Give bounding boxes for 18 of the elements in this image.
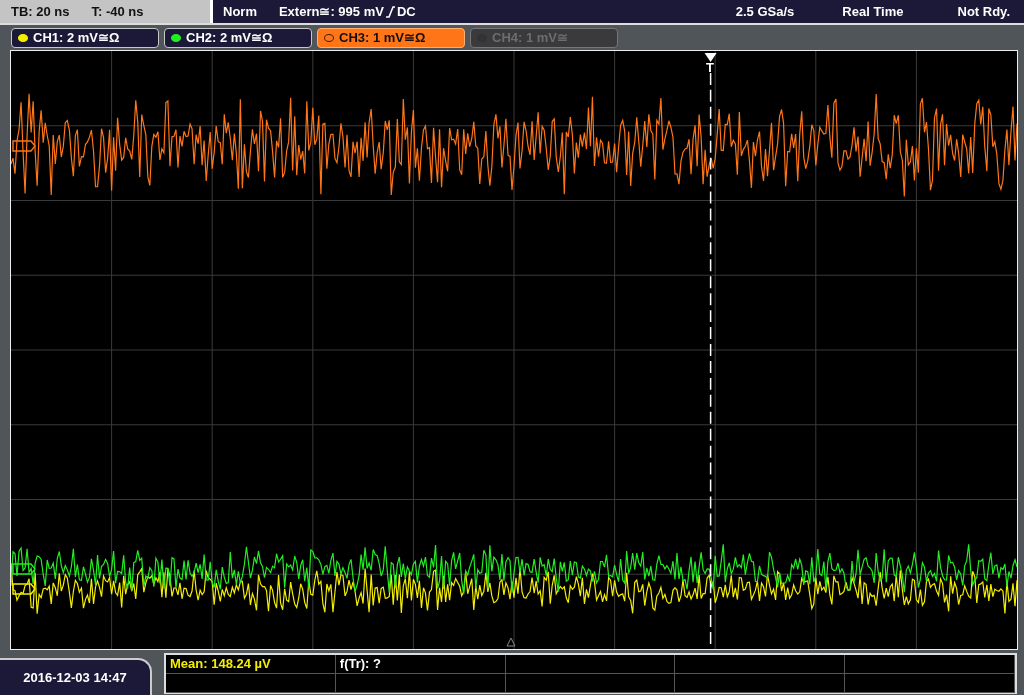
channel-tab[interactable]: CH2: 2 mV≅Ω xyxy=(164,27,312,48)
trigger-marker-label: T xyxy=(706,61,714,74)
status-label: Not Rdy. xyxy=(957,4,1010,19)
timebase-label: TB: 20 ns xyxy=(11,4,70,19)
trigger-level-label: Extern≅: 995 mV xyxy=(278,4,384,19)
center-triangle-icon xyxy=(506,637,516,647)
trigger-time-label: T: -40 ns xyxy=(91,4,144,19)
acquisition-mode-label: Real Time xyxy=(842,4,904,19)
rising-edge-icon xyxy=(385,5,395,18)
trigger-mode-label: Norm xyxy=(223,4,257,19)
channel-tab[interactable]: CH1: 2 mV≅Ω xyxy=(11,27,159,48)
channel-tab[interactable]: CH3: 1 mV≅Ω xyxy=(317,27,465,48)
trigger-arrow-icon xyxy=(704,53,717,62)
measurement-result: Mean: 148.24 µV xyxy=(170,656,271,671)
trigger-coupling-label: DC xyxy=(396,4,416,19)
measurement-result: f(Tr): ? xyxy=(339,656,381,671)
sample-rate-label: 2.5 GSa/s xyxy=(735,4,795,19)
date-time-label: 2016-12-03 14:47 xyxy=(0,658,152,695)
